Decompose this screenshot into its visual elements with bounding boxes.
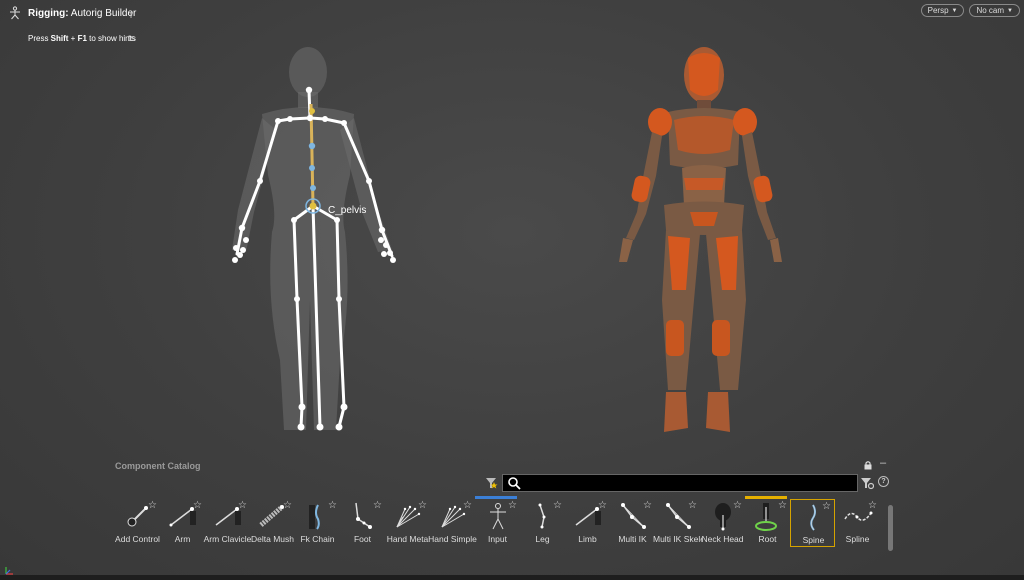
catalog-item-limb[interactable]: ☆ Limb	[565, 499, 610, 547]
filter-settings-icon[interactable]	[860, 476, 874, 490]
favorite-star-icon[interactable]: ☆	[508, 501, 517, 511]
favorite-star-icon[interactable]: ☆	[193, 501, 202, 511]
catalog-item-leg[interactable]: ☆ Leg	[520, 499, 565, 547]
favorite-star-icon[interactable]: ☆	[283, 501, 292, 511]
catalog-item-multi-ik-skeleton[interactable]: ☆ Multi IK Skeleton	[653, 499, 702, 547]
favorite-star-icon[interactable]: ☆	[328, 501, 337, 511]
lock-icon[interactable]	[863, 460, 873, 470]
catalog-item-spline[interactable]: ☆ Spline	[835, 499, 880, 547]
favorite-star-icon[interactable]: ☆	[148, 501, 157, 511]
favorite-star-icon[interactable]: ☆	[418, 501, 427, 511]
help-icon[interactable]: ?	[878, 476, 889, 487]
catalog-item-arm[interactable]: ☆ Arm	[160, 499, 205, 547]
favorite-star-icon[interactable]: ☆	[868, 501, 877, 511]
catalog-items: ☆ Add Control ☆ Arm ☆ Arm Clavicle ☆ Del…	[115, 496, 880, 547]
character-mannequin	[619, 47, 782, 432]
catalog-item-foot[interactable]: ☆ Foot	[340, 499, 385, 547]
favorite-star-icon[interactable]: ☆	[688, 501, 697, 511]
favorite-star-icon[interactable]: ☆	[733, 501, 742, 511]
component-catalog-panel: Component Catalog – ? ☆ Add Control ☆ Ar…	[110, 455, 895, 575]
favorite-star-icon[interactable]: ☆	[373, 501, 382, 511]
catalog-item-neck-head[interactable]: ☆ Neck Head	[700, 499, 745, 547]
catalog-item-multi-ik[interactable]: ☆ Multi IK	[610, 499, 655, 547]
catalog-item-root[interactable]: ☆ Root	[745, 496, 790, 547]
favorite-star-icon[interactable]: ☆	[778, 501, 787, 511]
catalog-item-fk-chain[interactable]: ☆ Fk Chain	[295, 499, 340, 547]
favorite-star-icon[interactable]: ☆	[238, 501, 247, 511]
catalog-scrollbar[interactable]	[888, 505, 893, 551]
catalog-item-hand-meta[interactable]: ☆ Hand Meta	[385, 499, 430, 547]
catalog-item-delta-mush[interactable]: ☆ Delta Mush	[250, 499, 295, 547]
status-strip	[0, 575, 1024, 580]
catalog-item-add-control[interactable]: ☆ Add Control	[115, 499, 160, 547]
catalog-title: Component Catalog	[115, 461, 201, 471]
favorite-star-icon[interactable]: ☆	[822, 502, 831, 512]
minimize-button[interactable]: –	[880, 457, 886, 469]
joint-label-pelvis: C_pelvis	[328, 205, 367, 216]
viewport-3d[interactable]	[0, 0, 1024, 455]
favorite-star-icon[interactable]: ☆	[553, 501, 562, 511]
catalog-search[interactable]	[502, 474, 858, 492]
search-input[interactable]	[525, 475, 857, 491]
catalog-item-spine[interactable]: ☆ Spine	[790, 499, 835, 547]
favorites-filter-icon[interactable]	[484, 476, 498, 490]
catalog-item-input[interactable]: ☆ Input	[475, 496, 520, 547]
favorite-star-icon[interactable]: ☆	[598, 501, 607, 511]
catalog-item-arm-clavicle[interactable]: ☆ Arm Clavicle	[204, 499, 252, 547]
search-icon	[508, 477, 521, 490]
catalog-item-hand-simple[interactable]: ☆ Hand Simple	[428, 499, 477, 547]
favorite-star-icon[interactable]: ☆	[463, 501, 472, 511]
favorite-star-icon[interactable]: ☆	[643, 501, 652, 511]
